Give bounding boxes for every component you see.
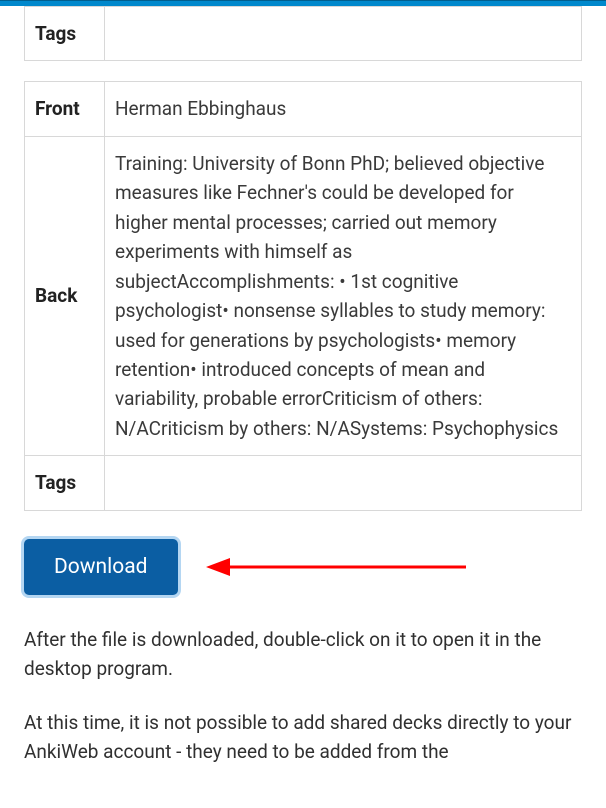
table-row: Back Training: University of Bonn PhD; b…	[25, 136, 582, 455]
download-row: Download	[24, 539, 582, 595]
instruction-text-2: At this time, it is not possible to add …	[24, 708, 582, 767]
table-row: Front Herman Ebbinghaus	[25, 82, 582, 136]
card-table-1: Tags	[24, 6, 582, 61]
tags-value	[105, 456, 582, 510]
card-table-2: Front Herman Ebbinghaus Back Training: U…	[24, 81, 582, 510]
tags-label: Tags	[25, 7, 105, 61]
back-label: Back	[25, 136, 105, 455]
back-value: Training: University of Bonn PhD; believ…	[105, 136, 582, 455]
table-row: Tags	[25, 456, 582, 510]
front-value: Herman Ebbinghaus	[105, 82, 582, 136]
download-button[interactable]: Download	[24, 539, 178, 595]
tags-value	[105, 7, 582, 61]
tags-label: Tags	[25, 456, 105, 510]
instruction-text-1: After the file is downloaded, double-cli…	[24, 625, 582, 684]
front-label: Front	[25, 82, 105, 136]
arrow-left-icon	[206, 552, 466, 582]
table-row: Tags	[25, 7, 582, 61]
